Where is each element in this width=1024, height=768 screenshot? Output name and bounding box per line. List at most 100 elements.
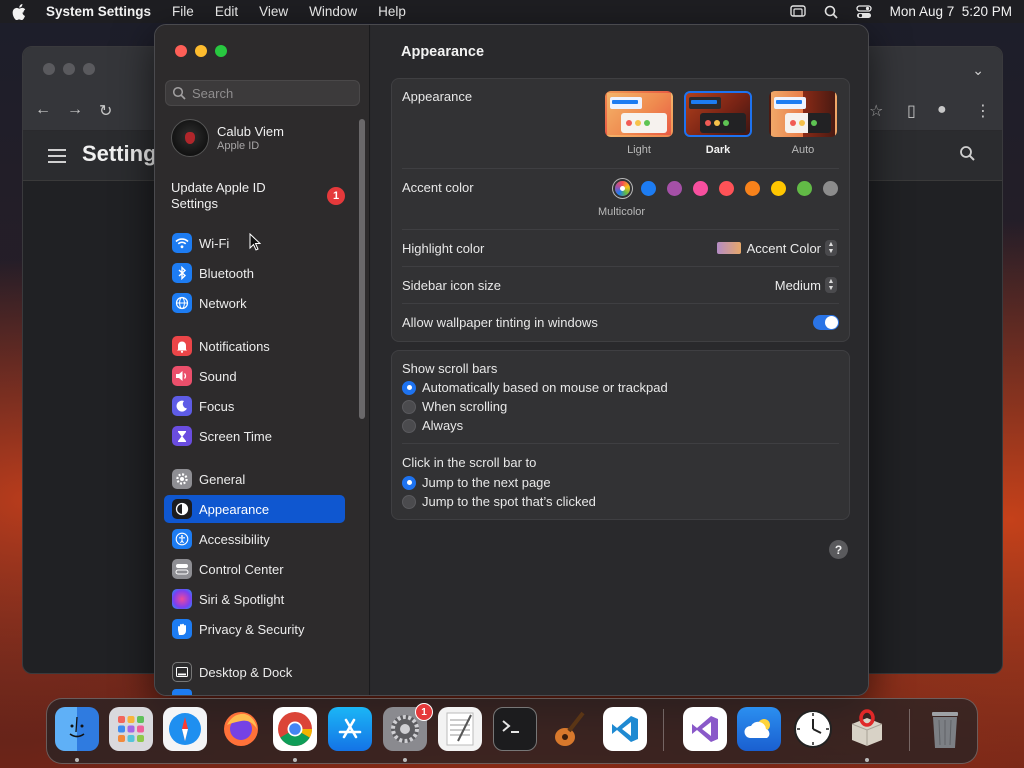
- dock-visual-studio-icon[interactable]: [683, 707, 727, 751]
- highlight-swatch: [716, 242, 741, 254]
- sidebar-item-accessibility[interactable]: Accessibility: [164, 525, 345, 553]
- sidebar-item-screen-time[interactable]: Screen Time: [164, 422, 345, 450]
- screen-mirroring-icon[interactable]: [789, 4, 806, 19]
- dock-weather-icon[interactable]: [737, 707, 781, 751]
- menu-app-name[interactable]: System Settings: [46, 4, 151, 19]
- accent-swatch-yellow[interactable]: [771, 181, 786, 196]
- apple-id-profile[interactable]: Calub Viem Apple ID: [171, 119, 284, 157]
- accent-swatch-blue[interactable]: [641, 181, 656, 196]
- accent-swatch-graphite[interactable]: [823, 181, 838, 196]
- theme-option-light[interactable]: Light: [605, 91, 673, 156]
- accent-swatch-purple[interactable]: [667, 181, 682, 196]
- radio-jump-to-spot[interactable]: Jump to the spot that’s clicked: [402, 494, 596, 509]
- radio-scroll-automatic[interactable]: Automatically based on mouse or trackpad: [402, 380, 668, 395]
- menu-edit[interactable]: Edit: [215, 4, 238, 19]
- show-scroll-bars-title: Show scroll bars: [402, 361, 498, 376]
- dock-launchpad-icon[interactable]: [109, 707, 153, 751]
- siri-icon: [172, 589, 192, 609]
- dock-trash-icon[interactable]: [923, 707, 967, 751]
- dock-package-icon[interactable]: [845, 707, 889, 751]
- sidebar-item-appearance[interactable]: Appearance: [164, 495, 345, 523]
- sidebar-item-desktop-dock[interactable]: Desktop & Dock: [164, 658, 345, 686]
- dock-textedit-icon[interactable]: [438, 707, 482, 751]
- reload-icon[interactable]: ↻: [99, 101, 112, 121]
- accent-swatch-green[interactable]: [797, 181, 812, 196]
- browser-page-title: Setting: [82, 141, 157, 166]
- avatar: [171, 119, 209, 157]
- accent-swatch-orange[interactable]: [745, 181, 760, 196]
- help-button[interactable]: ?: [829, 540, 848, 559]
- dock-garageband-icon[interactable]: [547, 707, 591, 751]
- update-apple-id-item[interactable]: Update Apple ID Settings 1: [171, 180, 351, 212]
- dock-finder-icon[interactable]: [55, 707, 99, 751]
- window-minimize-button[interactable]: [195, 45, 207, 57]
- menubar-clock[interactable]: Mon Aug 7 5:20 PM: [890, 4, 1012, 19]
- settings-sidebar: Search Calub Viem Apple ID Update Apple …: [155, 25, 370, 695]
- bookmark-star-icon[interactable]: ☆: [869, 101, 883, 121]
- spotlight-icon[interactable]: [824, 5, 838, 19]
- forward-arrow-icon[interactable]: →: [67, 101, 83, 119]
- speaker-icon: [172, 366, 192, 386]
- highlight-color-label: Highlight color: [402, 240, 485, 256]
- dock-terminal-icon[interactable]: [493, 707, 537, 751]
- theme-option-auto[interactable]: Auto: [769, 91, 837, 156]
- sidebar-item-notifications[interactable]: Notifications: [164, 332, 345, 360]
- window-zoom-button[interactable]: [215, 45, 227, 57]
- accent-swatch-pink[interactable]: [693, 181, 708, 196]
- sidebar-item-privacy-security[interactable]: Privacy & Security: [164, 615, 345, 643]
- radio-scroll-when-scrolling[interactable]: When scrolling: [402, 399, 507, 414]
- gear-icon: [172, 469, 192, 489]
- dock-clock-icon[interactable]: [791, 707, 835, 751]
- side-panel-icon[interactable]: ▯: [907, 101, 916, 121]
- menu-help[interactable]: Help: [378, 4, 406, 19]
- appearance-label: Appearance: [402, 89, 473, 104]
- highlight-color-popup[interactable]: Accent Color ▲ ▼: [716, 240, 837, 256]
- dock-vscode-icon[interactable]: [603, 707, 647, 751]
- dock-running-dot: [403, 758, 407, 762]
- sidebar-item-network[interactable]: Network: [164, 289, 345, 317]
- search-input-placeholder[interactable]: Search: [192, 86, 233, 101]
- sidebar-icon-size-popup[interactable]: Medium ▲ ▼: [775, 277, 837, 293]
- sidebar-search[interactable]: Search: [165, 80, 360, 106]
- back-arrow-icon[interactable]: ←: [35, 101, 51, 119]
- wallpaper-tinting-row: Allow wallpaper tinting in windows: [402, 304, 839, 340]
- sidebar-item-control-center[interactable]: Control Center: [164, 555, 345, 583]
- dock-icon: [172, 662, 192, 682]
- accent-swatch-red[interactable]: [719, 181, 734, 196]
- profile-icon[interactable]: ●: [937, 101, 947, 119]
- browser-zoom-dot[interactable]: [83, 63, 95, 75]
- profile-name: Calub Viem: [217, 124, 284, 139]
- window-close-button[interactable]: [175, 45, 187, 57]
- accent-swatch-multicolor[interactable]: [615, 181, 630, 196]
- sidebar-item-siri-spotlight[interactable]: Siri & Spotlight: [164, 585, 345, 613]
- browser-menu-icon[interactable]: ⋮: [975, 101, 991, 121]
- sidebar-scrollbar[interactable]: [359, 119, 365, 419]
- radio-label: Jump to the spot that’s clicked: [422, 494, 596, 509]
- dock-firefox-icon[interactable]: [219, 707, 263, 751]
- menu-file[interactable]: File: [172, 4, 194, 19]
- tab-list-chevron-icon[interactable]: ⌄: [972, 62, 984, 79]
- dock-chrome-icon[interactable]: [273, 707, 317, 751]
- search-icon: [172, 86, 186, 100]
- control-center-icon[interactable]: [856, 4, 872, 19]
- sidebar-item-general[interactable]: General: [164, 465, 345, 493]
- page-search-icon[interactable]: [959, 145, 975, 164]
- menu-view[interactable]: View: [259, 4, 288, 19]
- browser-close-dot[interactable]: [43, 63, 55, 75]
- hamburger-menu-icon[interactable]: [48, 149, 66, 167]
- dock-running-dot: [293, 758, 297, 762]
- radio-scroll-always[interactable]: Always: [402, 418, 463, 433]
- sidebar-item-focus[interactable]: Focus: [164, 392, 345, 420]
- sidebar-item-bluetooth[interactable]: Bluetooth: [164, 259, 345, 287]
- theme-option-dark[interactable]: Dark: [684, 91, 752, 156]
- apple-menu-icon[interactable]: [12, 3, 30, 20]
- radio-dot: [402, 475, 416, 490]
- sidebar-item-sound[interactable]: Sound: [164, 362, 345, 390]
- radio-jump-next-page[interactable]: Jump to the next page: [402, 475, 551, 490]
- menu-window[interactable]: Window: [309, 4, 357, 19]
- browser-minimize-dot[interactable]: [63, 63, 75, 75]
- wallpaper-tinting-toggle[interactable]: [813, 315, 839, 330]
- dock-safari-icon[interactable]: [163, 707, 207, 751]
- theme-dark-label: Dark: [705, 144, 731, 156]
- dock-app-store-icon[interactable]: [328, 707, 372, 751]
